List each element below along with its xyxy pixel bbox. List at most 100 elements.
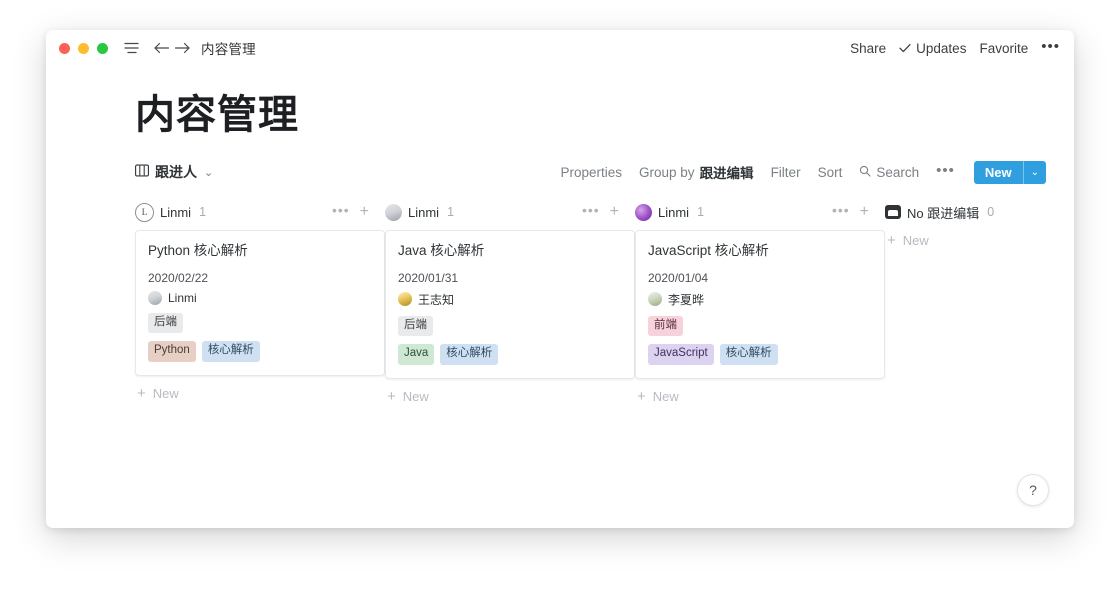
column-add-icon[interactable]: + (610, 204, 619, 220)
properties-button[interactable]: Properties (561, 165, 623, 180)
new-button-label: New (984, 164, 1012, 180)
column-add-icon[interactable]: + (360, 204, 369, 220)
card-person: Linmi (148, 290, 372, 305)
plus-icon: + (637, 387, 646, 405)
minimize-window-button[interactable] (78, 42, 89, 54)
breadcrumb[interactable]: 内容管理 (201, 38, 256, 58)
share-button[interactable]: Share (850, 41, 886, 56)
avatar (385, 203, 402, 221)
card-title: Java 核心解析 (398, 243, 485, 258)
hamburger-icon[interactable] (124, 42, 139, 54)
view-tab-label: 跟进人 (155, 164, 197, 180)
plus-icon: + (887, 232, 896, 249)
column-new-button[interactable]: + New (885, 233, 1074, 248)
board-view-icon (135, 164, 149, 180)
titlebar-actions: Share Updates Favorite ••• (850, 39, 1060, 58)
page-title[interactable]: 内容管理 (135, 92, 1074, 138)
card-date: 2020/01/31 (398, 270, 459, 285)
board-column: No 跟进编辑 0 + New (885, 199, 1074, 248)
favorite-button[interactable]: Favorite (979, 41, 1028, 56)
board-column: Linmi 1 ••• + JavaScript 核心解析 2020/01/04… (635, 199, 885, 404)
column-new-button[interactable]: + New (385, 389, 635, 404)
column-new-label: New (152, 385, 179, 401)
column-more-icon[interactable]: ••• (832, 203, 850, 221)
kanban-board: L Linmi 1 ••• + Python 核心解析 2020/02/22 L… (46, 199, 1074, 404)
status-badge: 核心解析 (201, 341, 260, 362)
column-actions: ••• + (582, 203, 619, 221)
column-header[interactable]: No 跟进编辑 0 (885, 199, 1074, 225)
toolbar-more-icon[interactable]: ••• (936, 163, 955, 182)
card-person-name: 李夏晔 (668, 292, 705, 307)
card-title: JavaScript 核心解析 (648, 243, 769, 258)
zoom-window-button[interactable] (97, 42, 108, 54)
traffic-light-controls (59, 42, 108, 54)
column-header[interactable]: Linmi 1 ••• + (385, 199, 635, 225)
status-badge: JavaScript (648, 344, 714, 365)
board-card[interactable]: Java 核心解析 2020/01/31 王志知 后端 Java 核心解析 (385, 230, 635, 379)
check-icon (899, 41, 911, 56)
search-label: Search (876, 164, 920, 180)
column-more-icon[interactable]: ••• (332, 203, 350, 221)
board-toolbar: Properties Group by 跟进编辑 Filter Sort Sea… (561, 160, 1046, 184)
group-by-value: 跟进编辑 (699, 166, 754, 181)
close-window-button[interactable] (59, 42, 70, 54)
updates-button[interactable]: Updates (899, 41, 966, 56)
card-tag-row-topics: Python 核心解析 (148, 341, 372, 362)
card-person-name: 王志知 (418, 292, 455, 307)
avatar (398, 292, 412, 307)
help-button[interactable]: ? (1017, 474, 1049, 506)
column-count: 1 (199, 205, 207, 219)
avatar (648, 292, 662, 307)
card-person: 王志知 (398, 291, 622, 308)
card-date: 2020/01/04 (648, 270, 709, 285)
plus-icon: + (387, 387, 396, 405)
card-tag-row-topics: JavaScript 核心解析 (648, 344, 872, 365)
avatar (635, 203, 652, 221)
status-badge: Java (398, 344, 435, 365)
group-by-button[interactable]: Group by 跟进编辑 (639, 162, 754, 182)
avatar: L (135, 202, 154, 222)
card-tag-row-category: 后端 (398, 315, 622, 337)
column-title: Linmi (160, 204, 192, 220)
column-title: No 跟进编辑 (907, 205, 980, 221)
arrow-right-icon[interactable] (174, 42, 191, 54)
column-new-label: New (402, 388, 429, 404)
card-tag-row-category: 前端 (648, 315, 872, 337)
titlebar-more-icon[interactable]: ••• (1041, 39, 1060, 58)
status-badge: Python (148, 341, 196, 362)
column-count: 0 (987, 205, 995, 219)
board-column: L Linmi 1 ••• + Python 核心解析 2020/02/22 L… (135, 199, 385, 401)
board-card[interactable]: Python 核心解析 2020/02/22 Linmi 后端 Python 核… (135, 230, 385, 376)
card-person: 李夏晔 (648, 291, 872, 308)
column-count: 1 (447, 205, 455, 219)
column-more-icon[interactable]: ••• (582, 203, 600, 221)
column-title: Linmi (408, 204, 440, 220)
search-button[interactable]: Search (859, 165, 919, 180)
card-date: 2020/02/22 (148, 270, 209, 285)
card-title: Python 核心解析 (148, 243, 248, 258)
column-actions: ••• + (332, 203, 369, 221)
status-badge: 后端 (148, 312, 183, 334)
column-new-button[interactable]: + New (135, 386, 385, 401)
column-add-icon[interactable]: + (860, 204, 869, 220)
view-tab-board[interactable]: 跟进人 ⌄ (135, 162, 213, 182)
arrow-left-icon[interactable] (153, 42, 170, 54)
app-window: 内容管理 Share Updates Favorite ••• 内容管理 跟进人… (46, 30, 1074, 528)
board-card[interactable]: JavaScript 核心解析 2020/01/04 李夏晔 前端 JavaSc… (635, 230, 885, 379)
column-header[interactable]: Linmi 1 ••• + (635, 199, 885, 225)
filter-button[interactable]: Filter (771, 165, 801, 180)
column-new-label: New (652, 388, 679, 404)
search-icon (859, 165, 871, 180)
column-actions: ••• + (832, 203, 869, 221)
sort-button[interactable]: Sort (818, 165, 843, 180)
new-button-caret-icon[interactable]: ⌄ (1024, 161, 1046, 184)
avatar (148, 290, 162, 305)
chevron-down-icon[interactable]: ⌄ (204, 166, 213, 179)
new-button[interactable]: New ⌄ (973, 160, 1046, 184)
column-new-button[interactable]: + New (635, 389, 885, 404)
window-titlebar: 内容管理 Share Updates Favorite ••• (46, 30, 1074, 66)
column-header[interactable]: L Linmi 1 ••• + (135, 199, 385, 225)
status-badge: 前端 (648, 315, 683, 337)
column-new-label: New (902, 233, 929, 248)
no-value-inbox-icon (885, 205, 901, 219)
